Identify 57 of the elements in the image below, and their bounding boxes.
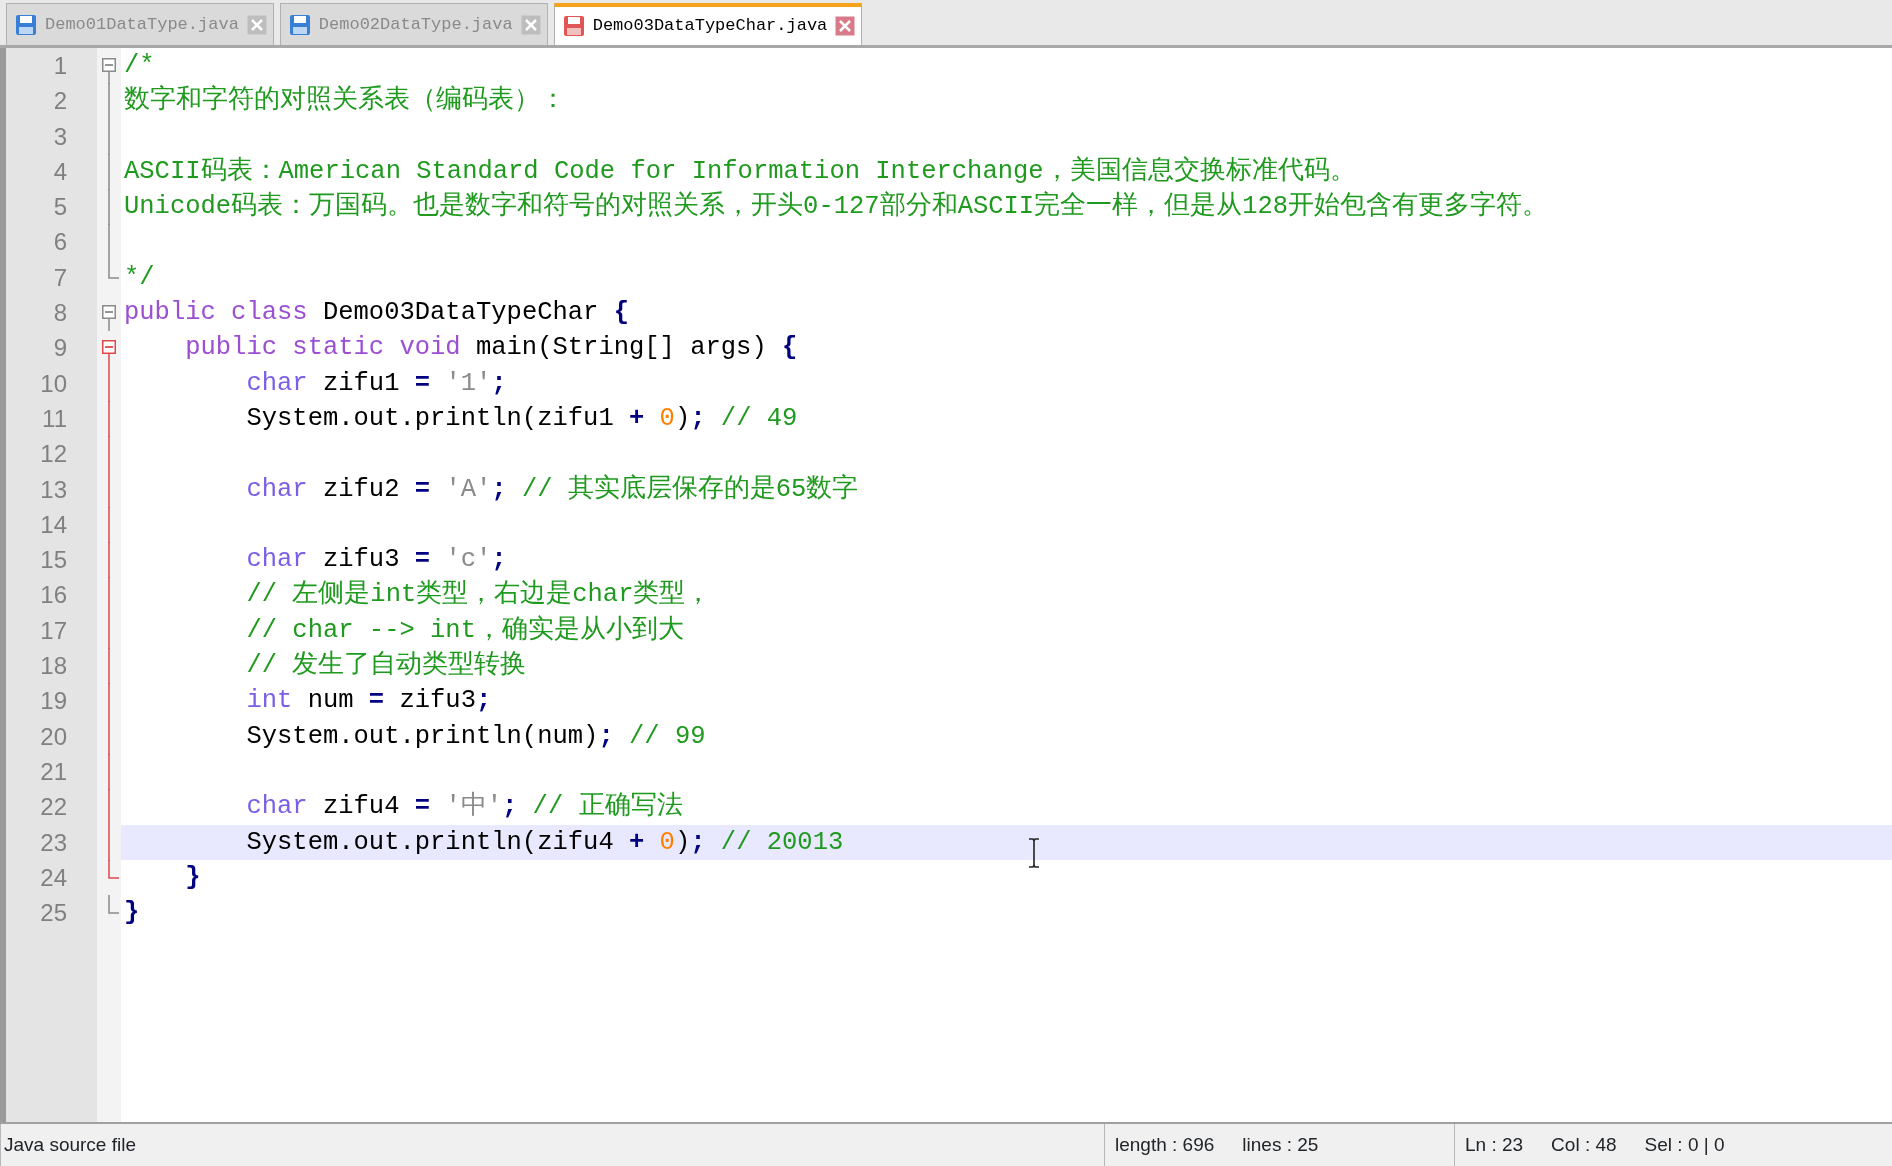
status-field: lines : 25 — [1242, 1130, 1319, 1160]
line-number: 10 — [39, 368, 68, 399]
code-line: // char --> int，确实是从小到大 — [245, 614, 685, 647]
line-number: 7 — [52, 262, 68, 293]
line-number: 16 — [39, 580, 68, 611]
line-number: 5 — [52, 192, 68, 223]
status-field: Col : 48 — [1551, 1130, 1617, 1160]
code-line: } — [123, 897, 141, 930]
code-line: System.out.println(zifu1 + 0); // 49 — [245, 402, 799, 435]
line-number: 21 — [39, 756, 68, 787]
line-number: 13 — [39, 474, 68, 505]
line-number: 19 — [39, 686, 68, 717]
line-number: 23 — [39, 827, 68, 858]
file-type-label: Java source file — [4, 1132, 136, 1157]
code-line: char zifu3 = 'c'; — [245, 544, 508, 577]
file-tab[interactable]: Demo01DataType.java — [6, 3, 274, 45]
line-number: 4 — [52, 156, 68, 187]
code-line: /* — [123, 50, 156, 82]
text-cursor-icon — [1027, 838, 1041, 868]
status-field: Ln : 23 — [1465, 1130, 1524, 1160]
code-line: ASCII码表：American Standard Code for Information Interchange，美国信息交换标准代码。 — [123, 155, 1357, 188]
line-number: 6 — [52, 227, 68, 258]
code-line: // 发生了自动类型转换 — [245, 649, 528, 683]
code-line: // 左侧是int类型，右边是char类型， — [245, 578, 713, 612]
file-tab[interactable]: Demo02DataType.java — [279, 3, 548, 45]
code-line: } — [184, 861, 202, 894]
line-number: 11 — [41, 403, 68, 434]
code-line: char zifu2 = 'A'; // 其实底层保存的是65数字 — [245, 473, 860, 506]
code-line: */ — [123, 261, 156, 294]
line-number: 22 — [39, 792, 68, 823]
code-line: char zifu4 = '中'; // 正确写法 — [245, 790, 684, 824]
code-line: int num = zifu3; — [245, 685, 493, 718]
line-number: 24 — [39, 862, 68, 893]
line-number: 9 — [52, 333, 68, 364]
line-number: 12 — [39, 439, 68, 470]
line-number: 18 — [39, 651, 68, 682]
line-number: 15 — [39, 545, 68, 576]
code-line: System.out.println(num); // 99 — [245, 720, 707, 753]
close-icon[interactable] — [520, 14, 541, 35]
line-number: 3 — [52, 121, 68, 152]
line-number: 2 — [52, 86, 68, 117]
status-field: Sel : 0 | 0 — [1644, 1130, 1725, 1160]
file-tab[interactable]: Demo03DataTypeChar.java — [553, 3, 863, 45]
code-line: char zifu1 = '1'; — [245, 367, 508, 400]
code-line: Unicode码表：万国码。也是数字和符号的对照关系，开头0-127部分和ASCII完全一样，但是从128开始包含有更多字符。 — [123, 190, 1550, 224]
line-number: 1 — [52, 51, 68, 81]
code-line: 数字和字符的对照关系表（编码表）： — [123, 84, 567, 118]
line-number: 20 — [39, 721, 68, 752]
code-line: public class Demo03DataTypeChar { — [123, 297, 630, 330]
status-field: length : 696 — [1115, 1130, 1215, 1160]
code-line: public static void main(String[] args) { — [184, 332, 799, 365]
line-number: 25 — [39, 898, 68, 929]
line-number: 8 — [52, 298, 68, 329]
line-number: 14 — [39, 509, 68, 540]
close-icon[interactable] — [246, 14, 267, 35]
close-icon[interactable] — [835, 16, 856, 36]
line-number: 17 — [39, 615, 68, 646]
